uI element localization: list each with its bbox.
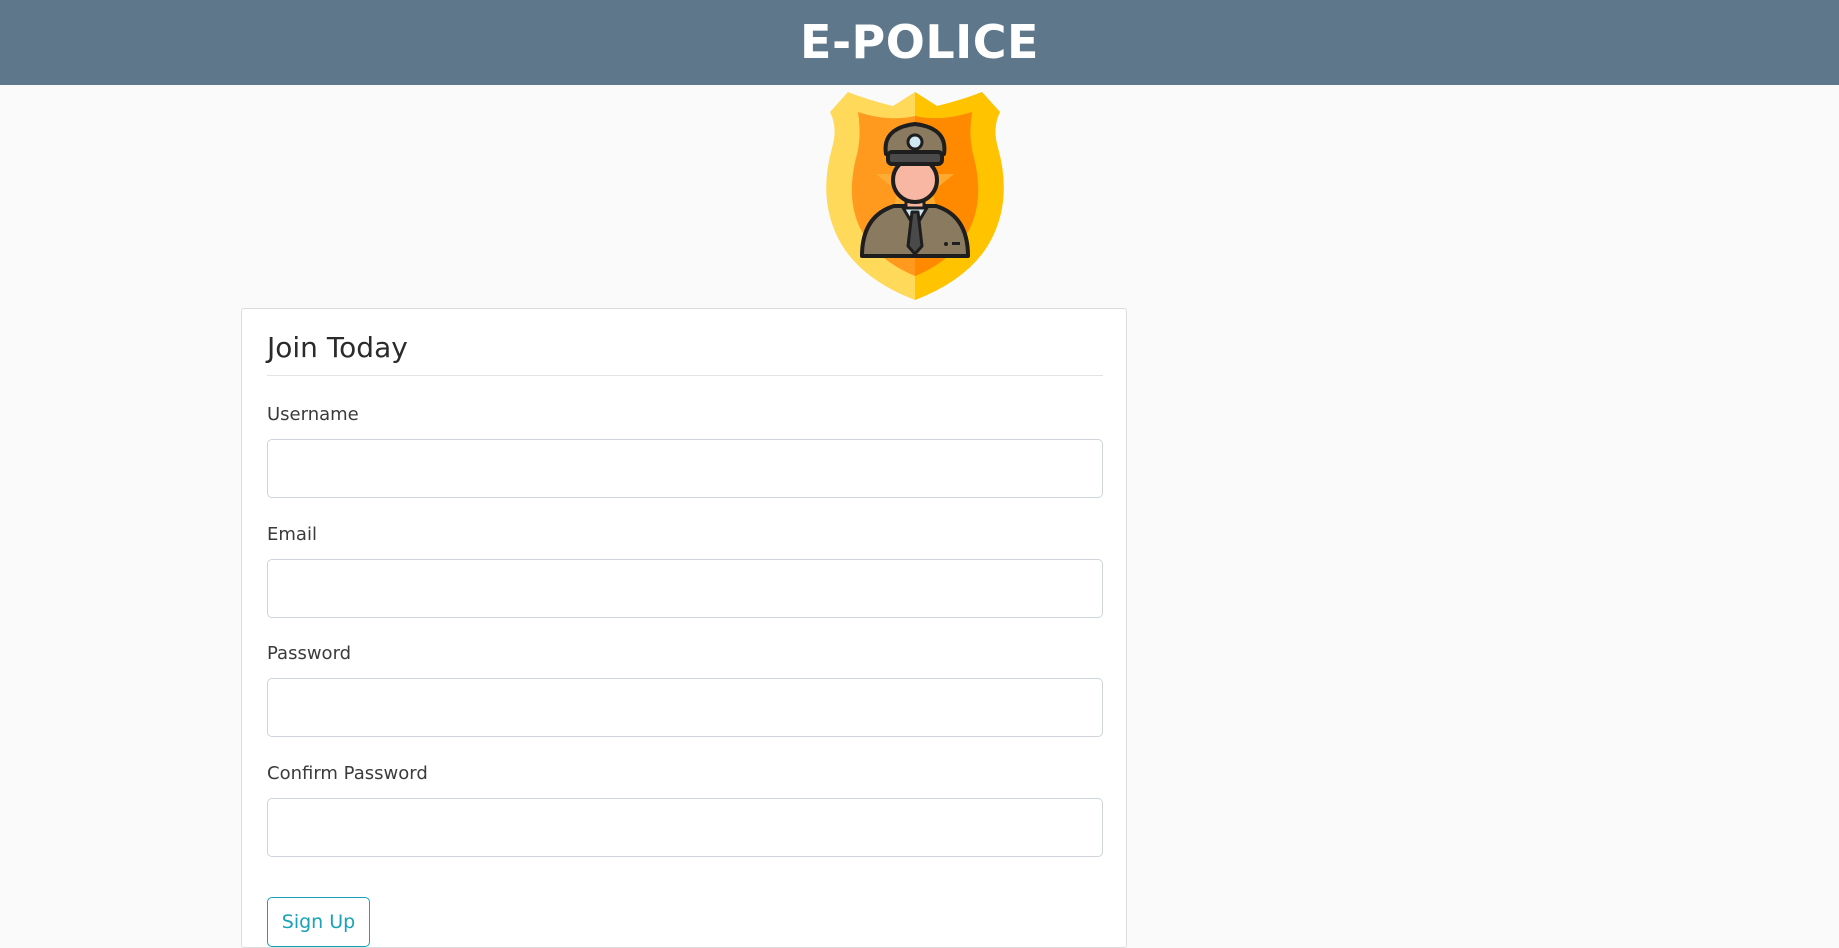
form-legend: Join Today [267, 327, 1103, 376]
brand-title[interactable]: E-POLICE [800, 15, 1039, 69]
email-input[interactable] [267, 559, 1103, 618]
username-label: Username [267, 404, 359, 425]
signup-card: Join Today Username Email Password Confi… [241, 308, 1127, 948]
password-label: Password [267, 643, 352, 664]
confirm-password-label: Confirm Password [267, 763, 428, 784]
navbar: E-POLICE [0, 0, 1839, 85]
password-input[interactable] [267, 678, 1103, 737]
email-label: Email [267, 524, 317, 545]
username-input[interactable] [267, 439, 1103, 498]
confirm-password-input[interactable] [267, 798, 1103, 857]
sign-up-button[interactable]: Sign Up [267, 897, 370, 947]
police-officer-badge-icon [822, 88, 1008, 302]
